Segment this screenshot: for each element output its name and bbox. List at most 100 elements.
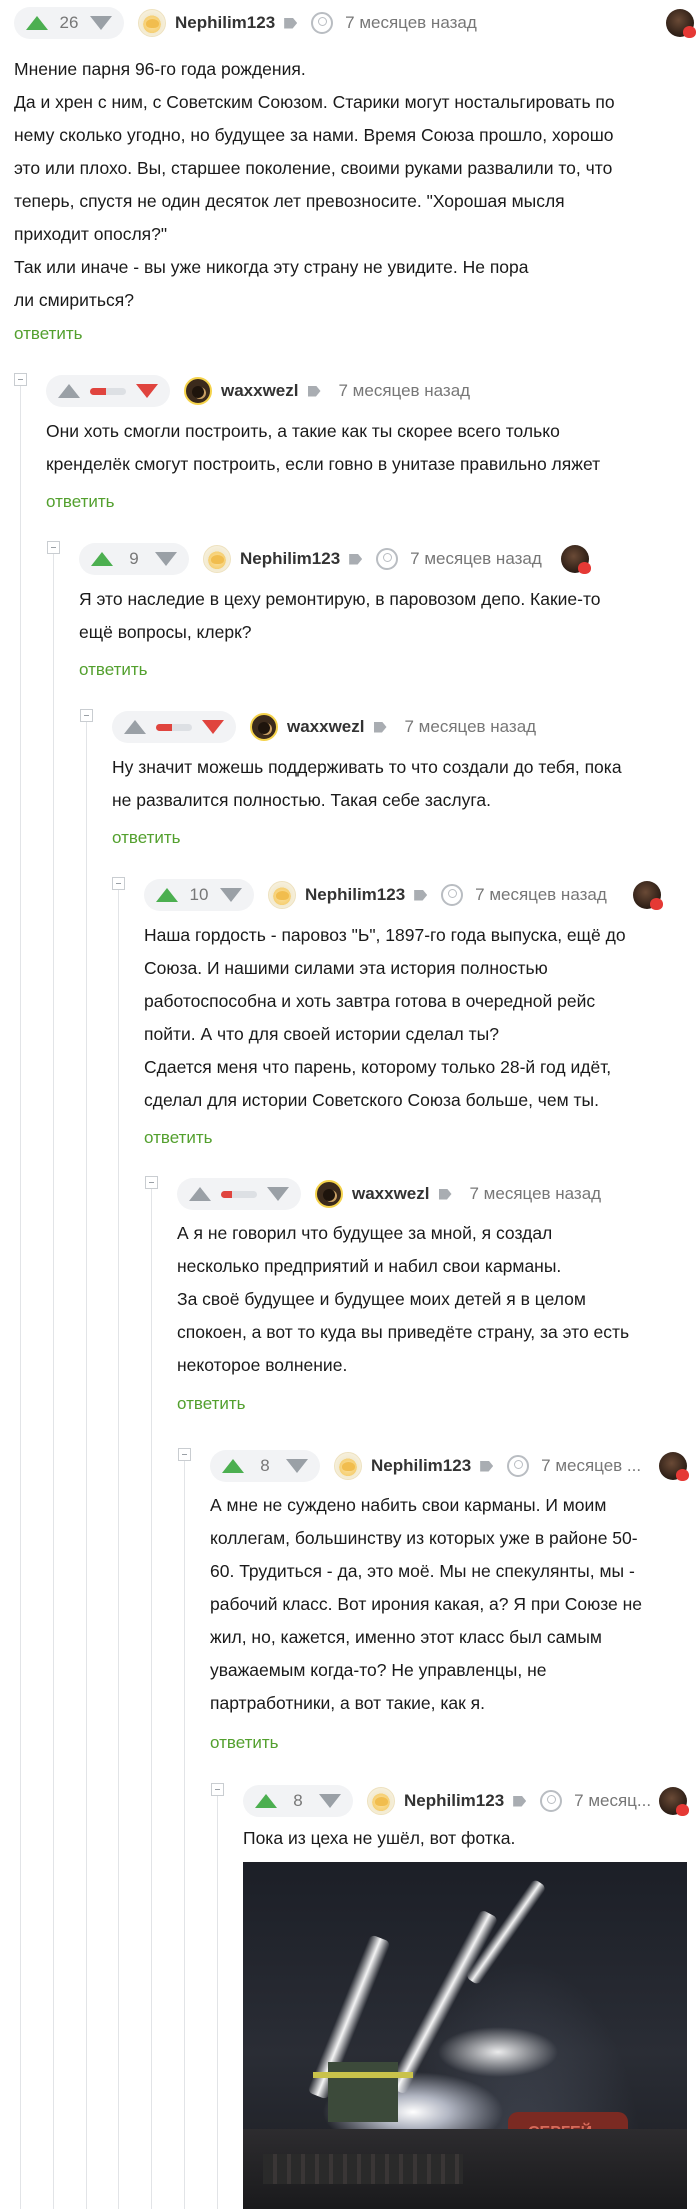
avatar[interactable] — [138, 9, 166, 37]
negative-rating-bar — [90, 387, 126, 395]
username[interactable]: waxxwezl — [352, 1184, 430, 1204]
downvote-icon[interactable] — [319, 1794, 341, 1808]
username[interactable]: waxxwezl — [287, 717, 365, 737]
collapse-toggle[interactable] — [178, 1448, 191, 1461]
avatar[interactable] — [184, 377, 212, 405]
author-icon — [311, 12, 334, 34]
downvote-icon[interactable] — [155, 552, 177, 566]
username[interactable]: Nephilim123 — [404, 1791, 504, 1811]
timestamp[interactable]: 7 месяцев назад — [339, 381, 471, 401]
rating-count: 10 — [189, 885, 209, 904]
collapse-toggle[interactable] — [80, 709, 93, 722]
negative-rating-bar — [156, 723, 192, 731]
reply-link[interactable]: ответить — [46, 492, 115, 512]
rating-count: 9 — [129, 549, 139, 568]
reaction-avatar[interactable] — [561, 545, 591, 574]
comment: 26 Nephilim123 7 месяцев назад Мнение па… — [14, 6, 696, 356]
timestamp[interactable]: 7 месяцев назад — [345, 13, 477, 33]
tag-icon[interactable] — [513, 1795, 527, 1807]
collapse-toggle[interactable] — [112, 877, 125, 890]
avatar[interactable] — [315, 1180, 343, 1208]
tag-icon[interactable] — [438, 1188, 452, 1200]
tag-icon[interactable] — [373, 721, 387, 733]
username[interactable]: Nephilim123 — [371, 1456, 471, 1476]
reaction-avatar[interactable] — [633, 881, 663, 910]
comment-text: А я не говорил что будущее за мной, я со… — [177, 1223, 630, 1375]
username[interactable]: Nephilim123 — [305, 885, 405, 905]
attached-photo[interactable]: СЕРГЕЙ — [243, 1862, 687, 2209]
comment-text: Ну значит можешь поддерживать то что соз… — [112, 757, 622, 810]
reply-link[interactable]: ответить — [14, 324, 83, 344]
tag-icon[interactable] — [284, 17, 298, 29]
upvote-icon[interactable] — [91, 552, 113, 566]
reaction-avatar[interactable] — [666, 9, 696, 38]
comment-text: Наша гордость - паровоз "Ь", 1897-го год… — [144, 925, 626, 1110]
downvote-icon[interactable] — [136, 384, 158, 398]
avatar[interactable] — [367, 1787, 395, 1815]
downvote-icon[interactable] — [267, 1187, 289, 1201]
downvote-icon[interactable] — [286, 1459, 308, 1473]
thread-line — [20, 380, 21, 2209]
comment: waxxwezl 7 месяцев назад Ну значит можеш… — [112, 710, 672, 860]
vote-widget: 9 — [79, 543, 189, 575]
tag-icon[interactable] — [349, 553, 363, 565]
collapse-toggle[interactable] — [211, 1783, 224, 1796]
downvote-icon[interactable] — [90, 16, 112, 30]
upvote-icon[interactable] — [222, 1459, 244, 1473]
timestamp[interactable]: 7 месяцев назад — [405, 717, 537, 737]
tag-icon[interactable] — [414, 889, 428, 901]
rating-count: 26 — [59, 13, 79, 32]
username[interactable]: Nephilim123 — [175, 13, 275, 33]
rating-count: 8 — [293, 1791, 303, 1810]
upvote-icon[interactable] — [255, 1794, 277, 1808]
vote-widget — [46, 375, 170, 407]
thread-line — [86, 716, 87, 2209]
thread-line — [118, 884, 119, 2209]
username[interactable]: waxxwezl — [221, 381, 299, 401]
collapse-toggle[interactable] — [14, 373, 27, 386]
reaction-avatar[interactable] — [659, 1787, 689, 1816]
collapse-toggle[interactable] — [47, 541, 60, 554]
upvote-icon[interactable] — [124, 720, 146, 734]
upvote-icon[interactable] — [58, 384, 80, 398]
vote-widget — [177, 1178, 301, 1210]
timestamp[interactable]: 7 месяц... — [574, 1791, 651, 1811]
comment: 8 Nephilim123 7 месяц... Пока из цеха не… — [243, 1784, 689, 2209]
downvote-icon[interactable] — [220, 888, 242, 902]
author-icon — [376, 548, 399, 570]
timestamp[interactable]: 7 месяцев назад — [475, 885, 607, 905]
tag-icon[interactable] — [307, 385, 321, 397]
author-icon — [540, 1790, 563, 1812]
avatar[interactable] — [203, 545, 231, 573]
timestamp[interactable]: 7 месяцев назад — [470, 1184, 602, 1204]
comment-text: Я это наследие в цеху ремонтирую, в паро… — [79, 589, 601, 642]
avatar[interactable] — [250, 713, 278, 741]
reply-link[interactable]: ответить — [112, 828, 181, 848]
reaction-avatar[interactable] — [659, 1452, 689, 1481]
upvote-icon[interactable] — [189, 1187, 211, 1201]
reply-link[interactable]: ответить — [210, 1733, 279, 1753]
vote-widget: 8 — [210, 1450, 320, 1482]
comment: 8 Nephilim123 7 месяцев ... А мне не суж… — [210, 1449, 689, 1769]
upvote-icon[interactable] — [156, 888, 178, 902]
negative-rating-bar — [221, 1190, 257, 1198]
reply-link[interactable]: ответить — [79, 660, 148, 680]
comment-text: Они хоть смогли построить, а такие как т… — [46, 421, 601, 474]
collapse-toggle[interactable] — [145, 1176, 158, 1189]
avatar[interactable] — [334, 1452, 362, 1480]
vote-widget: 10 — [144, 879, 254, 911]
timestamp[interactable]: 7 месяцев назад — [410, 549, 542, 569]
downvote-icon[interactable] — [202, 720, 224, 734]
comment: 9 Nephilim123 7 месяцев назад Я это насл… — [79, 542, 601, 692]
rating-count: 8 — [260, 1456, 270, 1475]
comment: waxxwezl 7 месяцев назад Они хоть смогли… — [46, 374, 686, 524]
reply-link[interactable]: ответить — [144, 1128, 213, 1148]
reply-link[interactable]: ответить — [177, 1394, 246, 1414]
username[interactable]: Nephilim123 — [240, 549, 340, 569]
upvote-icon[interactable] — [26, 16, 48, 30]
timestamp[interactable]: 7 месяцев ... — [541, 1456, 641, 1476]
author-icon — [441, 884, 464, 906]
tag-icon[interactable] — [480, 1460, 494, 1472]
vote-widget — [112, 711, 236, 743]
avatar[interactable] — [268, 881, 296, 909]
